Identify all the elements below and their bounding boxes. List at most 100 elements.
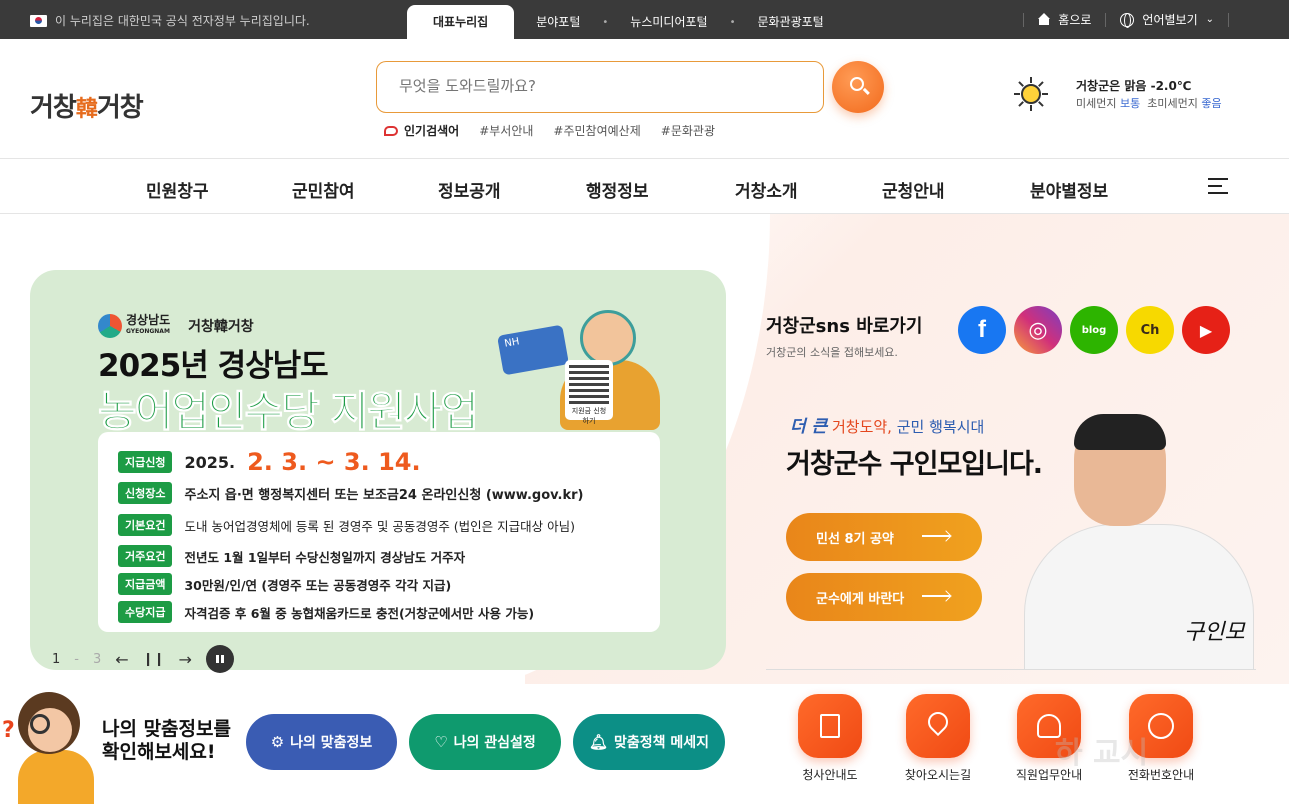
mayor-signature: 구인모 <box>1184 620 1245 645</box>
kakao-channel-icon[interactable]: Ch <box>1126 306 1174 354</box>
all-menu-icon[interactable] <box>1208 178 1228 194</box>
nh-card-label: NH <box>503 336 521 350</box>
banner-row-year: 2025. <box>184 452 236 472</box>
site-logo[interactable]: 거창韓거창 <box>30 87 144 124</box>
sns-title: 거창군sns 바로가기 <box>766 316 923 337</box>
policy-message-button[interactable]: 🔔︎ 맞춤정책 메세지 <box>573 714 725 770</box>
banner-row-text: 주소지 읍·면 행정복지센터 또는 보조금24 온라인신청 (www.gov.k… <box>184 487 584 503</box>
arrow-left-icon[interactable]: ← <box>115 650 128 669</box>
search-box <box>376 61 824 113</box>
phone-icon <box>1148 713 1174 739</box>
sns-section: 거창군sns 바로가기 거창군의 소식을 접해보세요. <box>766 312 922 360</box>
quick-link-label: 찾아오시는길 <box>904 768 972 782</box>
home-link[interactable]: 홈으로 <box>1038 11 1091 28</box>
language-selector[interactable]: 언어별보기 ⌄ <box>1120 11 1214 28</box>
tab-main-portal[interactable]: 대표누리집 <box>407 5 515 39</box>
location-pin-icon <box>923 707 953 737</box>
instagram-icon[interactable]: ◎ <box>1014 306 1062 354</box>
banner-row-date: 2. 3. ~ 3. 14. <box>247 448 421 476</box>
my-custom-info-button[interactable]: ⚙ 나의 맞춤정보 <box>246 714 397 770</box>
logo-text-right: 거창 <box>96 93 144 123</box>
sunny-icon <box>1014 77 1048 111</box>
top-utility-bar: 이 누리집은 대한민국 공식 전자정부 누리집입니다. 대표누리집 분야포털 •… <box>0 0 1289 39</box>
popular-tag[interactable]: #부서안내 <box>479 122 533 139</box>
slogan-part-3: 군민 행복시대 <box>896 418 985 436</box>
mayor-slogan: 더 큰 거창도약, 군민 행복시대 <box>790 412 984 437</box>
site-header: 거창韓거창 인기검색어 #부서안내 #주민참여예산제 #문화관광 거창군은 맑음… <box>0 39 1289 159</box>
bell-icon: 🔔︎ <box>588 733 608 751</box>
my-custom-info-label: 나의 맞춤정보 <box>290 735 373 751</box>
sns-subtitle: 거창군의 소식을 접해보세요. <box>766 346 898 359</box>
popular-icon <box>384 125 398 136</box>
search-button[interactable] <box>832 61 884 113</box>
ask-mayor-button-label: 군수에게 바란다 <box>816 591 905 607</box>
logo-text-left: 거창 <box>30 93 77 123</box>
popular-keywords: 인기검색어 #부서안내 #주민참여예산제 #문화관광 <box>384 122 715 139</box>
nav-item-participation[interactable]: 군민참여 <box>292 177 355 202</box>
arrow-right-icon[interactable]: → <box>178 650 191 669</box>
facebook-icon[interactable]: f <box>958 306 1006 354</box>
nav-item-office[interactable]: 군청안내 <box>882 177 945 202</box>
chevron-down-icon: ⌄ <box>1205 14 1214 25</box>
dust-value: 보통 <box>1119 97 1141 110</box>
qr-code[interactable]: 지원금 신청하기 <box>565 360 613 425</box>
tab-culture-portal[interactable]: 문화관광포털 <box>735 5 845 39</box>
blog-icon[interactable]: blog <box>1070 306 1118 354</box>
pause-icon[interactable]: ❙❙ <box>143 652 165 667</box>
home-link-label: 홈으로 <box>1058 13 1092 27</box>
nav-item-intro[interactable]: 거창소개 <box>735 177 798 202</box>
building-icon <box>820 714 840 738</box>
custom-info-title-line2: 확인해보세요! <box>102 741 216 763</box>
custom-info-title-line1: 나의 맞춤정보를 <box>102 718 231 740</box>
divider <box>1228 12 1229 27</box>
main-banner-slide[interactable]: 경상남도 GYEONGNAM 거창韓거창 2025년 경상남도 농어업인수당 지원… <box>30 270 726 670</box>
nav-item-fields[interactable]: 분야별정보 <box>1030 177 1108 202</box>
arrow-right-icon <box>922 595 950 597</box>
mayor-photo: 구인모 <box>1004 414 1254 670</box>
section-divider <box>766 669 1256 670</box>
gyeongnam-logo-text: 경상남도 <box>126 313 171 327</box>
banner-row: 신청장소 주소지 읍·면 행정복지센터 또는 보조금24 온라인신청 (www.… <box>118 482 584 504</box>
globe-icon <box>1120 12 1135 28</box>
banner-row: 기본요건 도내 농어업경영체에 등록 된 경영주 및 공동경영주 (법인은 지급… <box>118 514 575 536</box>
quick-link-label: 청사안내도 <box>802 768 858 782</box>
my-interest-button[interactable]: ♡ 나의 관심설정 <box>409 714 561 770</box>
popular-tag[interactable]: #문화관광 <box>661 122 715 139</box>
pager-separator: - <box>74 651 79 667</box>
gov-notice: 이 누리집은 대한민국 공식 전자정부 누리집입니다. <box>30 12 310 29</box>
banner-row: 지급금액 30만원/인/연 (경영주 또는 공동경영주 각각 지급) <box>118 573 451 595</box>
nav-item-disclosure[interactable]: 정보공개 <box>438 177 501 202</box>
tab-news-portal[interactable]: 뉴스미디어포털 <box>608 5 729 39</box>
banner-row-tag: 수당지급 <box>118 601 173 623</box>
banner-row-tag: 지급금액 <box>118 573 173 595</box>
banner-row: 지급신청 2025. 2. 3. ~ 3. 14. <box>118 448 421 476</box>
pledges-button[interactable]: 민선 8기 공약 <box>786 513 982 561</box>
weather-summary: 거창군은 맑음 -2.0℃ <box>1076 79 1192 93</box>
quick-link-building-map[interactable]: 청사안내도 <box>785 694 875 783</box>
popular-tag[interactable]: #주민참여예산제 <box>553 122 640 139</box>
custom-info-title: 나의 맞춤정보를 확인해보세요! <box>102 718 231 764</box>
nav-item-civil[interactable]: 민원창구 <box>146 177 209 202</box>
quick-link-directions[interactable]: 찾아오시는길 <box>893 694 983 783</box>
main-navigation: 민원창구 군민참여 정보공개 행정정보 거창소개 군청안내 분야별정보 <box>0 160 1289 214</box>
banner-title-2: 농어업인수당 지원사업 <box>97 387 479 437</box>
youtube-icon[interactable]: ▶ <box>1182 306 1230 354</box>
search-icon <box>850 77 864 91</box>
policy-message-label: 맞춤정책 메세지 <box>614 735 710 751</box>
banner-row-tag: 거주요건 <box>118 545 173 567</box>
popular-label: 인기검색어 <box>384 122 459 139</box>
nav-item-admin[interactable]: 행정정보 <box>586 177 649 202</box>
pager-current: 1 <box>52 651 61 667</box>
banner-info-box: 지급신청 2025. 2. 3. ~ 3. 14. 신청장소 주소지 읍·면 행정… <box>98 432 660 632</box>
gear-icon: ⚙ <box>270 733 285 751</box>
watermark: 하 교시 <box>1055 736 1149 771</box>
search-input[interactable] <box>377 62 777 110</box>
view-all-icon[interactable] <box>205 645 234 673</box>
banner-row-text: 전년도 1월 1일부터 수당신청일까지 경상남도 거주자 <box>184 549 466 565</box>
portal-tabs: 대표누리집 분야포털 • 뉴스미디어포털 • 문화관광포털 <box>407 5 846 39</box>
ask-mayor-button[interactable]: 군수에게 바란다 <box>786 573 982 621</box>
girl-magnifier-illustration: ? <box>0 692 96 804</box>
banner-row-text: 자격검증 후 6월 중 농협채움카드로 충전(거창군에서만 사용 가능) <box>184 605 535 621</box>
tab-field-portal[interactable]: 분야포털 <box>514 5 602 39</box>
heart-icon: ♡ <box>434 733 448 751</box>
